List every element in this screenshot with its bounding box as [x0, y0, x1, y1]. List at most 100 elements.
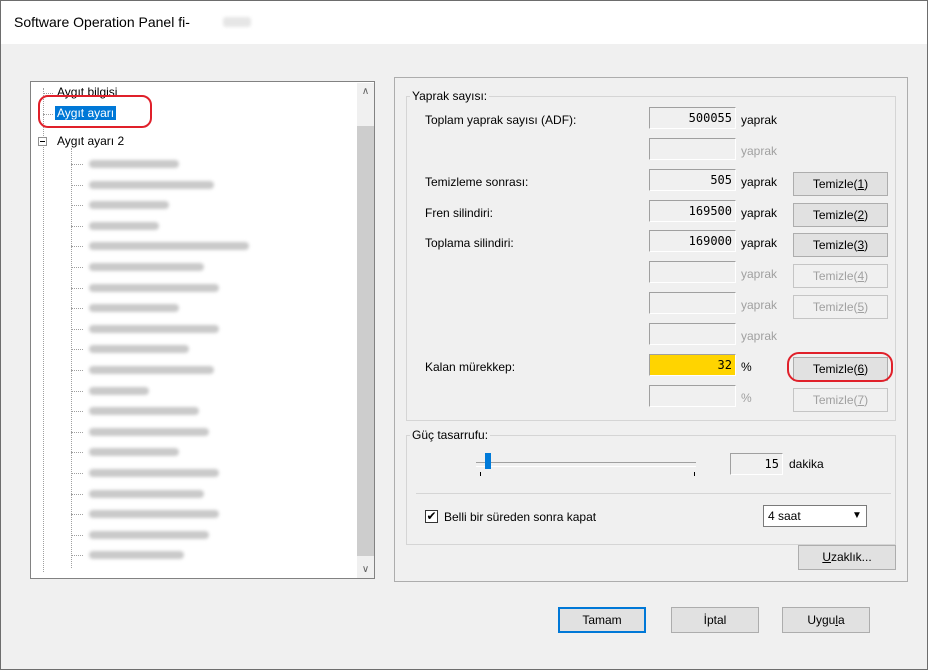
title-bar: Software Operation Panel fi-: [1, 1, 927, 44]
tree-subitem-redacted[interactable]: [89, 160, 179, 168]
tree-subitem-redacted[interactable]: [89, 510, 219, 519]
collapse-toggle-icon[interactable]: [38, 137, 47, 146]
tree-scrollbar[interactable]: ∧ ∨: [357, 83, 374, 578]
tree-guide-line: [43, 88, 44, 572]
remote-button-label: Uzaklık...: [822, 550, 872, 564]
remote-button[interactable]: Uzaklık...: [798, 545, 896, 570]
tree-subitem-redacted[interactable]: [89, 180, 214, 189]
counter-unit: yaprak: [741, 206, 778, 220]
tree-subitem-redacted[interactable]: [89, 448, 179, 457]
power-saving-slider-thumb[interactable]: [485, 453, 491, 469]
tree-branch: [71, 473, 83, 474]
auto-power-off-checkbox[interactable]: ✔: [425, 510, 438, 523]
auto-power-off-label: Belli bir süreden sonra kapat: [444, 510, 597, 524]
tree-subitem-redacted[interactable]: [89, 283, 219, 292]
counter-unit: yaprak: [741, 329, 778, 343]
annotation-highlight-clear-6: [787, 352, 893, 382]
tree-branch: [71, 308, 83, 310]
tree-subitem-redacted[interactable]: [89, 304, 179, 313]
tree-subitem-redacted[interactable]: [89, 427, 209, 436]
counter-value-field: [649, 385, 736, 407]
counter-label: Toplam yaprak sayısı (ADF):: [425, 113, 577, 127]
clear-counter-button[interactable]: Temizle(5): [793, 295, 888, 319]
redacted-model-number: [223, 17, 251, 27]
counter-unit: yaprak: [741, 298, 778, 312]
tree-subitem-redacted[interactable]: [89, 489, 204, 498]
tree-branch: [71, 411, 83, 413]
apply-button-label: Uygula: [807, 613, 845, 627]
clear-counter-button[interactable]: Temizle(1): [793, 172, 888, 196]
counter-label: Fren silindiri:: [425, 206, 494, 220]
counter-unit: yaprak: [741, 267, 778, 281]
auto-power-off-select[interactable]: 4 saat ▼: [763, 505, 867, 527]
tree-branch: [71, 328, 83, 330]
tree-branch: [71, 370, 83, 371]
slider-tick: [480, 472, 481, 476]
counter-label: Toplama silindiri:: [425, 236, 514, 250]
counter-value-field: 505: [649, 169, 736, 191]
power-saving-group-label: Güç tasarrufu:: [410, 428, 491, 442]
tree-branch: [71, 493, 83, 495]
tree-subitem-redacted[interactable]: [89, 324, 219, 333]
tree-subitem-redacted[interactable]: [89, 242, 249, 251]
counter-value-field: 169000: [649, 230, 736, 252]
cancel-button[interactable]: İptal: [671, 607, 759, 633]
tree-subitem-redacted[interactable]: [89, 345, 189, 354]
divider: [416, 493, 891, 494]
checkmark-icon: ✔: [426, 509, 437, 523]
tree-branch: [71, 184, 83, 186]
slider-tick: [694, 472, 695, 476]
counter-value-field: [649, 292, 736, 314]
tree-branch: [71, 349, 83, 351]
counter-value-field: 32: [649, 354, 736, 376]
annotation-highlight-device-settings: [38, 95, 152, 128]
tree-subitem-redacted[interactable]: [89, 469, 219, 477]
apply-button[interactable]: Uygula: [782, 607, 870, 633]
clear-counter-button[interactable]: Temizle(3): [793, 233, 888, 257]
tree-branch: [71, 534, 83, 536]
power-saving-slider-track[interactable]: [476, 462, 696, 467]
counter-unit: yaprak: [741, 113, 778, 127]
tree-subitem-redacted[interactable]: [89, 407, 199, 416]
tree-guide-line: [71, 148, 72, 568]
tree-subitem-redacted[interactable]: [89, 263, 204, 271]
tree-subitem-redacted[interactable]: [89, 551, 184, 560]
power-saving-minutes-field: 15: [730, 453, 783, 475]
power-saving-group: [406, 435, 896, 545]
sheet-count-group-label: Yaprak sayısı:: [410, 89, 490, 103]
software-operation-panel-window: Software Operation Panel fi- Aygıt bilgi…: [0, 0, 928, 670]
counter-value-field: [649, 138, 736, 160]
tree-branch: [71, 267, 83, 268]
tree-subitem-redacted[interactable]: [89, 366, 214, 374]
window-title: Software Operation Panel fi-: [14, 14, 190, 30]
tree-branch: [71, 164, 83, 165]
tree-branch: [71, 205, 83, 207]
tree-branch: [71, 431, 83, 433]
counter-unit: %: [741, 360, 752, 374]
counter-unit: yaprak: [741, 236, 778, 250]
scroll-up-icon[interactable]: ∧: [357, 83, 374, 100]
counter-label: Kalan mürekkep:: [425, 360, 516, 374]
counter-unit: yaprak: [741, 144, 778, 158]
tree-item-device-settings-2[interactable]: Aygıt ayarı 2: [57, 134, 124, 148]
settings-tree[interactable]: Aygıt bilgisi Aygıt ayarı Aygıt ayarı 2 …: [30, 81, 375, 579]
tree-branch: [71, 390, 83, 392]
tree-branch: [71, 452, 83, 454]
tree-subitem-redacted[interactable]: [89, 530, 209, 539]
tree-subitem-redacted[interactable]: [89, 221, 159, 230]
clear-counter-button[interactable]: Temizle(7): [793, 388, 888, 412]
tree-subitem-redacted[interactable]: [89, 386, 149, 395]
counter-unit: %: [741, 391, 752, 405]
clear-counter-button[interactable]: Temizle(4): [793, 264, 888, 288]
scroll-thumb[interactable]: [357, 126, 374, 556]
ok-button[interactable]: Tamam: [558, 607, 646, 633]
tree-branch: [71, 246, 83, 248]
counter-value-field: 500055: [649, 107, 736, 129]
counter-value-field: [649, 323, 736, 345]
chevron-down-icon[interactable]: ▼: [848, 506, 866, 526]
tree-subitem-redacted[interactable]: [89, 201, 169, 210]
power-saving-unit: dakika: [789, 457, 824, 471]
scroll-down-icon[interactable]: ∨: [357, 561, 374, 578]
counter-value-field: 169500: [649, 200, 736, 222]
clear-counter-button[interactable]: Temizle(2): [793, 203, 888, 227]
